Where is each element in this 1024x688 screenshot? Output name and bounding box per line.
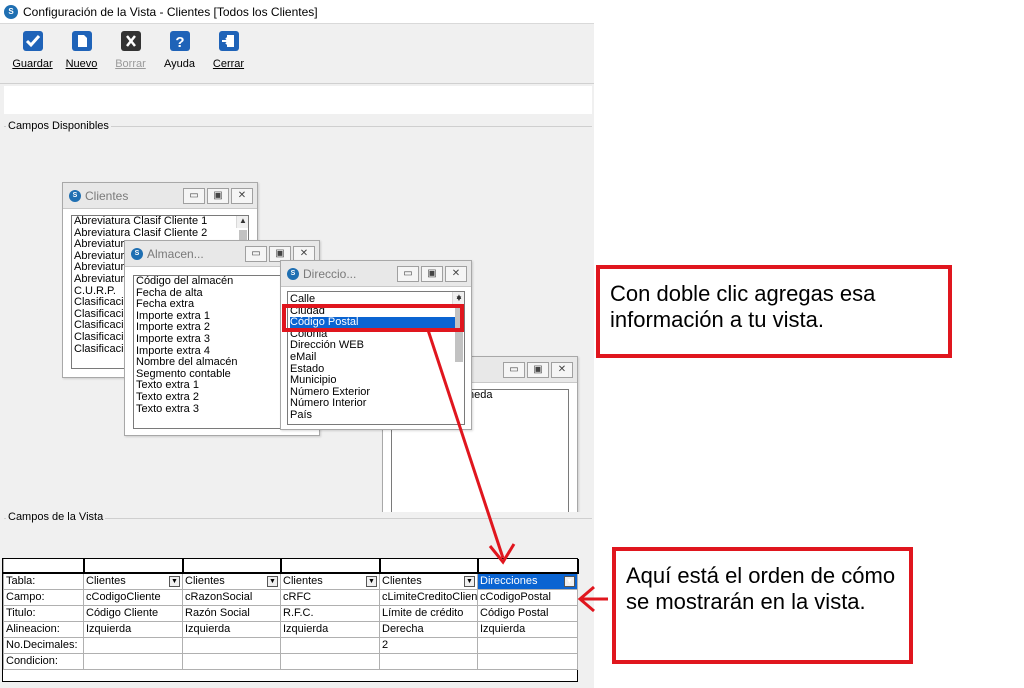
annotation-arrows: [426, 329, 608, 613]
arrow-to-grid-line: [426, 329, 505, 559]
